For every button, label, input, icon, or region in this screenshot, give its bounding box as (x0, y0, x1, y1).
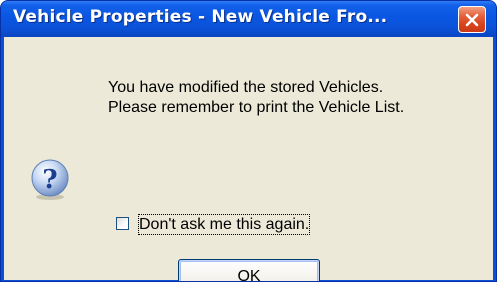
close-button[interactable] (458, 6, 486, 33)
dialog-body: You have modified the stored Vehicles. P… (4, 37, 493, 281)
ok-button[interactable]: OK (178, 259, 320, 281)
close-icon (465, 13, 479, 27)
title-bar[interactable]: Vehicle Properties - New Vehicle Fro... (1, 1, 496, 37)
dialog-window: Vehicle Properties - New Vehicle Fro... … (0, 0, 497, 282)
dont-ask-checkbox-row[interactable]: Don't ask me this again. (116, 214, 356, 235)
dont-ask-checkbox[interactable] (116, 217, 129, 230)
message-text: You have modified the stored Vehicles. P… (108, 78, 404, 118)
message-line-2: Please remember to print the Vehicle Lis… (108, 99, 405, 116)
question-icon: ? (31, 159, 69, 200)
message-line-1: You have modified the stored Vehicles. (108, 79, 384, 96)
window-title: Vehicle Properties - New Vehicle Fro... (13, 7, 388, 27)
svg-text:?: ? (42, 165, 57, 195)
dont-ask-checkbox-label[interactable]: Don't ask me this again. (137, 214, 311, 235)
